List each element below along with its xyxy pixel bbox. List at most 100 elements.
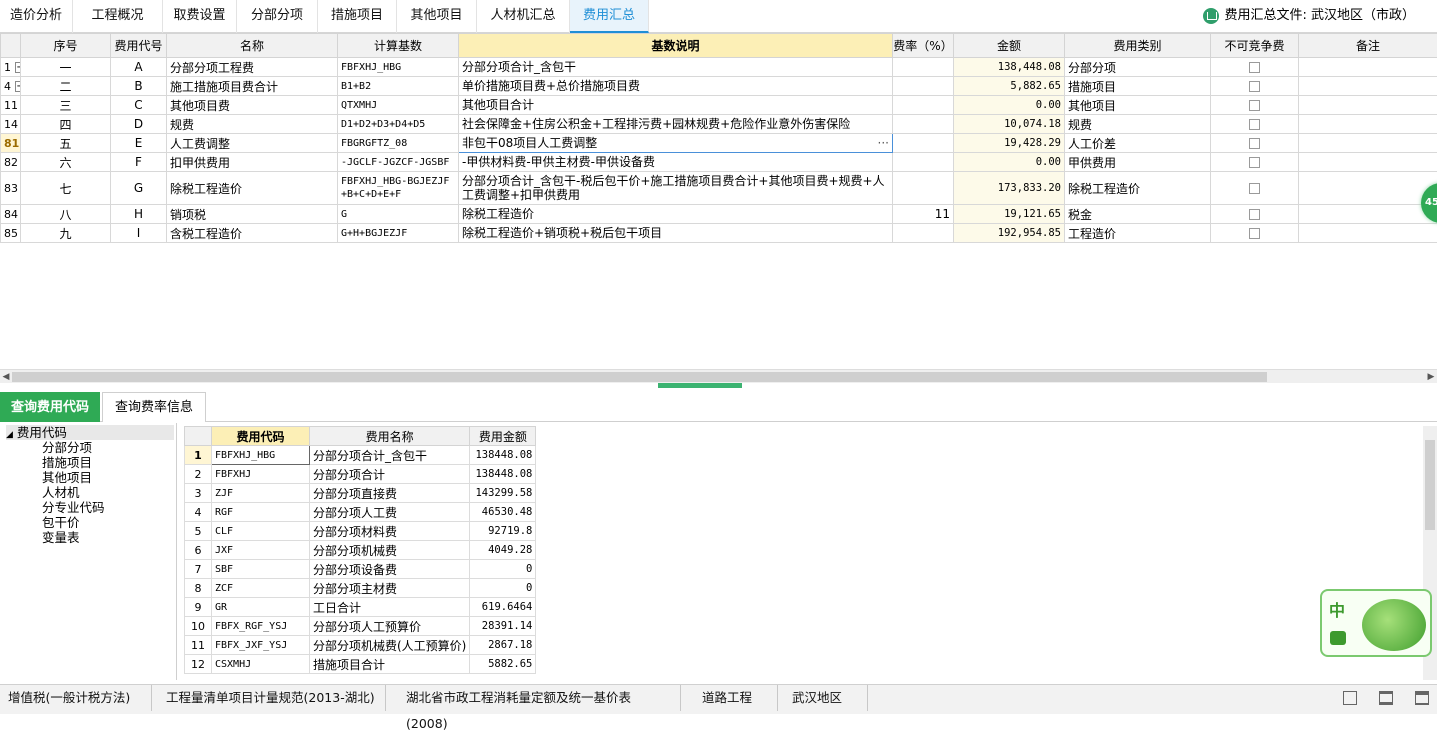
row-number[interactable]: 85	[1, 224, 21, 243]
desc-cell[interactable]: 单价措施项目费+总价措施项目费	[459, 77, 893, 96]
code-name[interactable]: 分部分项设备费	[310, 560, 470, 579]
seq-cell[interactable]: 三	[21, 96, 111, 115]
category-cell[interactable]: 甲供费用	[1065, 153, 1211, 172]
code-row[interactable]: 8ZCF分部分项主材费0	[185, 579, 536, 598]
table-row[interactable]: 1+一A分部分项工程费FBFXHJ_HBG分部分项合计_含包干138,448.0…	[1, 58, 1437, 77]
tree-item-variables[interactable]: 变量表	[42, 530, 80, 545]
tree-item-other[interactable]: 其他项目	[42, 470, 92, 485]
remark-cell[interactable]	[1299, 96, 1437, 115]
code-row[interactable]: 10FBFX_RGF_YSJ分部分项人工预算价28391.14	[185, 617, 536, 636]
category-cell[interactable]: 税金	[1065, 205, 1211, 224]
tree-item-measures[interactable]: 措施项目	[42, 455, 92, 470]
amount-cell[interactable]: 192,954.85	[954, 224, 1065, 243]
seq-cell[interactable]: 八	[21, 205, 111, 224]
category-cell[interactable]: 工程造价	[1065, 224, 1211, 243]
panel-splitter[interactable]	[658, 383, 742, 388]
table-row[interactable]: 81五E人工费调整FBGRGFTZ_08非包干08项目人工费调整···19,42…	[1, 134, 1437, 153]
code-cell[interactable]: G	[111, 172, 167, 205]
header-name[interactable]: 名称	[167, 34, 338, 58]
tab-query-rate-info[interactable]: 查询费率信息	[102, 392, 206, 422]
scroll-right-icon[interactable]: ▶	[1425, 370, 1437, 384]
code-name[interactable]: 分部分项机械费(人工预算价)	[310, 636, 470, 655]
amount-cell[interactable]: 138,448.08	[954, 58, 1065, 77]
ime-widget[interactable]: 中	[1320, 589, 1432, 657]
tab-sub-items[interactable]: 分部分项	[237, 0, 318, 33]
base-cell[interactable]: FBFXHJ_HBG-BGJEZJF +B+C+D+E+F	[338, 172, 459, 205]
amount-cell[interactable]: 5,882.65	[954, 77, 1065, 96]
table-row[interactable]: 4+二B施工措施项目费合计B1+B2单价措施项目费+总价措施项目费5,882.6…	[1, 77, 1437, 96]
header-remark[interactable]: 备注	[1299, 34, 1437, 58]
list-icon[interactable]	[1379, 691, 1393, 705]
table-row[interactable]: 14+四D规费D1+D2+D3+D4+D5社会保障金+住房公积金+工程排污费+园…	[1, 115, 1437, 134]
code-value[interactable]: ZJF	[212, 484, 310, 503]
seq-cell[interactable]: 四	[21, 115, 111, 134]
code-name[interactable]: 分部分项材料费	[310, 522, 470, 541]
remark-cell[interactable]	[1299, 172, 1437, 205]
checkbox-icon[interactable]	[1249, 62, 1260, 73]
rate-cell[interactable]	[893, 115, 954, 134]
layout-icon[interactable]	[1415, 691, 1429, 705]
remark-cell[interactable]	[1299, 153, 1437, 172]
code-cell[interactable]: A	[111, 58, 167, 77]
code-row[interactable]: 4RGF分部分项人工费46530.48	[185, 503, 536, 522]
table-row[interactable]: 84八H销项税G除税工程造价1119,121.65税金	[1, 205, 1437, 224]
code-name[interactable]: 工日合计	[310, 598, 470, 617]
tab-measures[interactable]: 措施项目	[318, 0, 397, 33]
code-header-code[interactable]: 费用代码	[212, 427, 310, 446]
header-seq[interactable]: 序号	[21, 34, 111, 58]
code-cell[interactable]: C	[111, 96, 167, 115]
base-cell[interactable]: G	[338, 205, 459, 224]
row-number[interactable]: 4+	[1, 77, 21, 96]
header-base-desc[interactable]: 基数说明	[459, 34, 893, 58]
header-amount[interactable]: 金额	[954, 34, 1065, 58]
name-cell[interactable]: 人工费调整	[167, 134, 338, 153]
table-row[interactable]: 83七G除税工程造价FBFXHJ_HBG-BGJEZJF +B+C+D+E+F分…	[1, 172, 1437, 205]
scroll-left-icon[interactable]: ◀	[0, 370, 12, 384]
status-spec[interactable]: 工程量清单项目计量规范(2013-湖北)	[158, 685, 386, 711]
code-amount[interactable]: 619.6464	[470, 598, 536, 617]
name-cell[interactable]: 规费	[167, 115, 338, 134]
name-cell[interactable]: 分部分项工程费	[167, 58, 338, 77]
checkbox-icon[interactable]	[1249, 81, 1260, 92]
non-competitive-cell[interactable]	[1211, 134, 1299, 153]
name-cell[interactable]: 施工措施项目费合计	[167, 77, 338, 96]
name-cell[interactable]: 其他项目费	[167, 96, 338, 115]
code-amount[interactable]: 4049.28	[470, 541, 536, 560]
amount-cell[interactable]: 0.00	[954, 153, 1065, 172]
amount-cell[interactable]: 0.00	[954, 96, 1065, 115]
amount-cell[interactable]: 19,121.65	[954, 205, 1065, 224]
code-name[interactable]: 分部分项合计_含包干	[310, 446, 470, 465]
desc-cell[interactable]: 分部分项合计_含包干-税后包干价+施工措施项目费合计+其他项目费+规费+人工费调…	[459, 172, 893, 205]
status-specialty[interactable]: 道路工程	[694, 685, 778, 711]
remark-cell[interactable]	[1299, 58, 1437, 77]
table-row[interactable]: 11+三C其他项目费QTXMHJ其他项目合计0.00其他项目	[1, 96, 1437, 115]
remark-cell[interactable]	[1299, 77, 1437, 96]
tab-cost-analysis[interactable]: 造价分析	[0, 0, 73, 33]
code-amount[interactable]: 0	[470, 579, 536, 598]
base-cell[interactable]: QTXMHJ	[338, 96, 459, 115]
expand-icon[interactable]: +	[15, 81, 21, 92]
code-value[interactable]: SBF	[212, 560, 310, 579]
category-cell[interactable]: 分部分项	[1065, 58, 1211, 77]
code-row[interactable]: 2FBFXHJ分部分项合计138448.08	[185, 465, 536, 484]
code-cell[interactable]: H	[111, 205, 167, 224]
rate-cell[interactable]	[893, 96, 954, 115]
code-amount[interactable]: 0	[470, 560, 536, 579]
checkbox-icon[interactable]	[1249, 157, 1260, 168]
code-name[interactable]: 分部分项人工费	[310, 503, 470, 522]
base-cell[interactable]: FBFXHJ_HBG	[338, 58, 459, 77]
code-row[interactable]: 1FBFXHJ_HBG分部分项合计_含包干138448.08	[185, 446, 536, 465]
scroll-thumb[interactable]	[12, 372, 1267, 382]
code-value[interactable]: JXF	[212, 541, 310, 560]
code-cell[interactable]: B	[111, 77, 167, 96]
checkbox-icon[interactable]	[1249, 138, 1260, 149]
code-amount[interactable]: 2867.18	[470, 636, 536, 655]
category-cell[interactable]: 除税工程造价	[1065, 172, 1211, 205]
amount-cell[interactable]: 19,428.29	[954, 134, 1065, 153]
base-cell[interactable]: FBGRGFTZ_08	[338, 134, 459, 153]
non-competitive-cell[interactable]	[1211, 205, 1299, 224]
more-options-icon[interactable]: ···	[878, 136, 889, 150]
code-value[interactable]: FBFXHJ_HBG	[212, 446, 310, 465]
tab-labor-material-summary[interactable]: 人材机汇总	[477, 0, 570, 33]
code-amount[interactable]: 143299.58	[470, 484, 536, 503]
